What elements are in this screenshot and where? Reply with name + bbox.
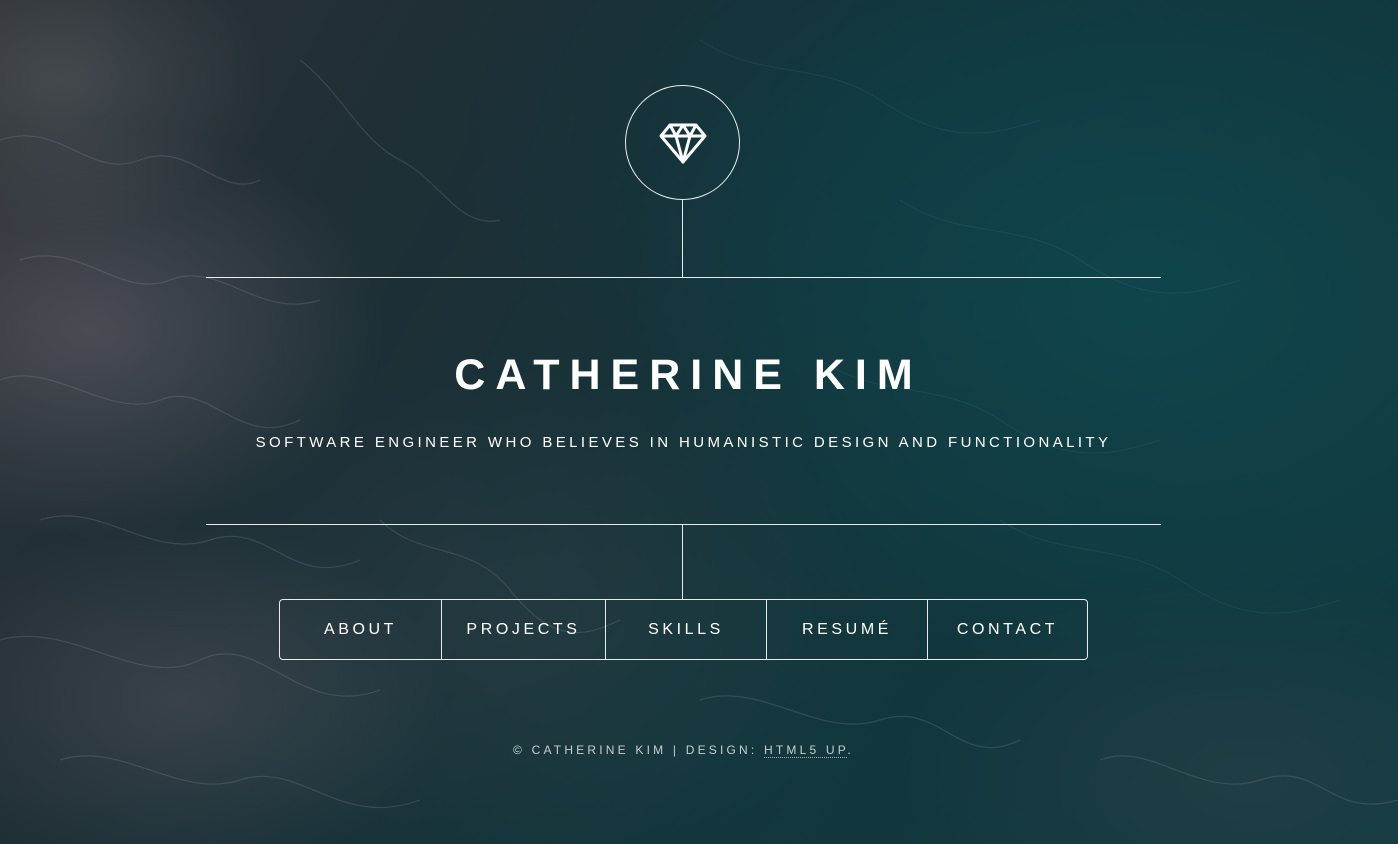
footer-design-link[interactable]: HTML5 UP — [764, 743, 848, 758]
main-nav: ABOUT PROJECTS SKILLS RESUMÉ CONTACT — [279, 599, 1088, 660]
nav-item-about[interactable]: ABOUT — [280, 600, 441, 659]
nav-item-resume[interactable]: RESUMÉ — [766, 600, 927, 659]
logo-connector-line — [682, 200, 683, 277]
page-title: CATHERINE KIM — [454, 351, 923, 399]
nav-item-projects[interactable]: PROJECTS — [441, 600, 605, 659]
nav-connector-line — [682, 524, 683, 599]
header-top-divider — [206, 277, 1161, 278]
nav-item-skills[interactable]: SKILLS — [605, 600, 766, 659]
footer-copyright: © CATHERINE KIM | DESIGN: — [513, 743, 764, 757]
header-logo — [625, 85, 740, 200]
nav-item-contact[interactable]: CONTACT — [927, 600, 1087, 659]
diamond-icon — [659, 123, 706, 163]
header-bottom-divider — [206, 524, 1161, 525]
footer-suffix: . — [847, 743, 854, 757]
page-subtitle: SOFTWARE ENGINEER WHO BELIEVES IN HUMANI… — [255, 434, 1112, 451]
footer: © CATHERINE KIM | DESIGN: HTML5 UP. — [206, 741, 1161, 759]
